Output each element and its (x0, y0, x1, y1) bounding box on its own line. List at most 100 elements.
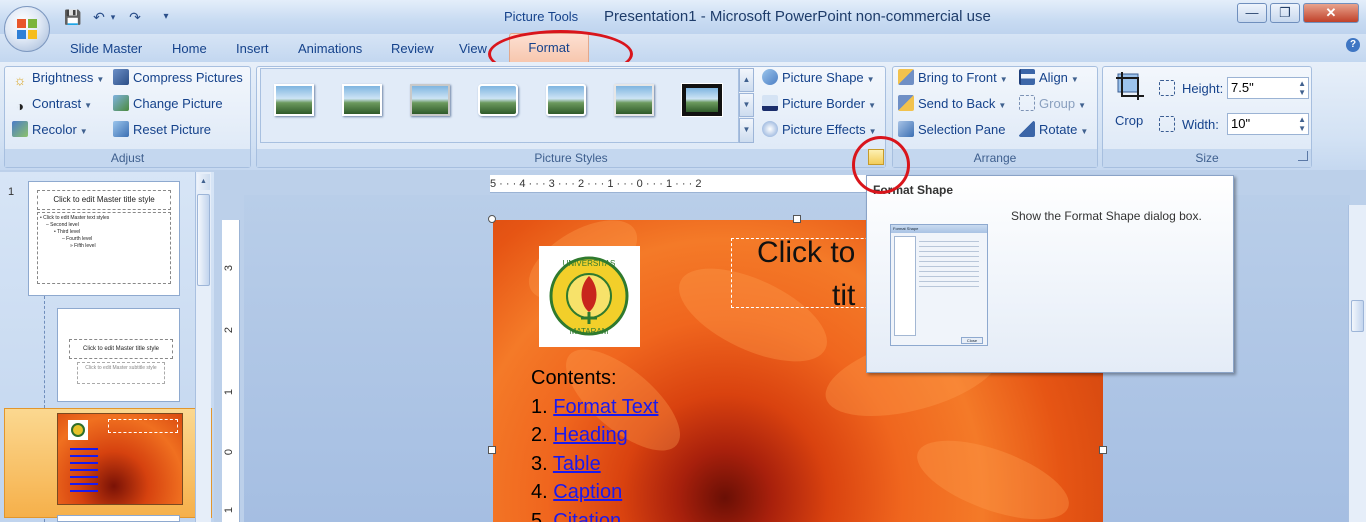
master-slide-thumbnail[interactable]: Click to edit Master title style • Click… (28, 181, 180, 296)
tab-view[interactable]: View (459, 41, 487, 56)
scroll-thumb[interactable] (197, 194, 210, 286)
tab-insert[interactable]: Insert (236, 41, 269, 56)
tab-review[interactable]: Review (391, 41, 434, 56)
rotate-icon (1019, 121, 1035, 137)
selection-handle[interactable] (488, 215, 496, 223)
custom-layout-thumbnail[interactable] (57, 413, 183, 505)
spinner-icon[interactable]: ▲ ▼ (1298, 79, 1306, 97)
contrast-label: Contrast (32, 96, 82, 111)
link-table[interactable]: Table (553, 453, 601, 475)
align-button[interactable]: Align ▼ (1019, 67, 1079, 89)
picture-style-thumb[interactable] (478, 84, 518, 116)
picture-style-thumb-selected[interactable] (682, 84, 722, 116)
picture-border-icon (762, 95, 778, 111)
picture-style-thumb[interactable] (614, 84, 654, 116)
reset-picture-button[interactable]: Reset Picture (113, 119, 211, 141)
size-launcher-icon[interactable] (1298, 151, 1308, 161)
compress-pictures-button[interactable]: Compress Pictures (113, 67, 243, 89)
chevron-down-icon: ▼ (84, 101, 93, 110)
chevron-down-icon: ▼ (1078, 101, 1087, 110)
slide-title-line1: Click to (757, 236, 856, 269)
university-logo[interactable]: UNIVERSITAS MATARAM (539, 246, 640, 347)
link-caption[interactable]: Caption (553, 481, 622, 503)
link-heading[interactable]: Heading (553, 424, 628, 446)
next-thumbnail[interactable] (57, 515, 180, 522)
adjust-group-label: Adjust (5, 149, 250, 167)
thumb-title-placeholder (108, 419, 178, 433)
recolor-button[interactable]: Recolor ▼ (12, 119, 88, 141)
tab-animations[interactable]: Animations (298, 41, 362, 56)
picture-styles-group-label: Picture Styles (257, 149, 885, 167)
reset-picture-icon (113, 121, 129, 137)
brightness-button[interactable]: ☼ Brightness ▼ (12, 67, 105, 89)
selection-handle[interactable] (488, 446, 496, 454)
list-item: 4. Caption (531, 478, 658, 507)
compress-label: Compress Pictures (133, 70, 243, 85)
height-label: Height: (1182, 81, 1224, 96)
thumb-layout-subtitle: Click to edit Master subtitle style (77, 362, 165, 384)
selection-handle[interactable] (1099, 446, 1107, 454)
rotate-button[interactable]: Rotate ▼ (1019, 119, 1088, 141)
gallery-more[interactable]: ▼ (739, 118, 754, 143)
bring-to-front-icon (898, 69, 914, 85)
link-citation[interactable]: Citation (553, 510, 621, 522)
picture-style-thumb[interactable] (410, 84, 450, 116)
picture-style-thumb[interactable] (342, 84, 382, 116)
recolor-label: Recolor (32, 122, 77, 137)
picture-border-button[interactable]: Picture Border ▼ (762, 93, 876, 115)
group-icon (1019, 95, 1035, 111)
width-input[interactable]: 10" ▲ ▼ (1227, 113, 1309, 135)
picture-shape-button[interactable]: Picture Shape ▼ (762, 67, 875, 89)
tab-slide-master[interactable]: Slide Master (70, 41, 142, 56)
spinner-icon[interactable]: ▲ ▼ (1298, 115, 1306, 133)
list-number: 2. (531, 424, 548, 446)
redo-icon[interactable]: ↷ (126, 8, 144, 26)
chevron-down-icon: ▼ (998, 101, 1007, 110)
window-title: Presentation1 - Microsoft PowerPoint non… (604, 8, 991, 25)
chevron-down-icon: ▼ (96, 75, 105, 84)
group-button[interactable]: Group ▼ (1019, 93, 1086, 115)
brightness-icon: ☼ (13, 72, 27, 88)
contrast-button[interactable]: ◑ Contrast ▼ (12, 93, 92, 115)
selection-pane-button[interactable]: Selection Pane (898, 119, 1005, 141)
thumb-master-body: • Click to edit Master text styles – Sec… (37, 212, 171, 284)
crop-button[interactable]: Crop (1112, 70, 1148, 130)
layout-slide-thumbnail[interactable]: Click to edit Master title style Click t… (57, 308, 180, 402)
ruler-mark: 3 (223, 264, 236, 272)
customize-qat-icon[interactable]: ▾ (160, 8, 172, 26)
selection-pane-icon (898, 121, 914, 137)
picture-style-thumb[interactable] (274, 84, 314, 116)
minimize-button[interactable]: — (1237, 3, 1267, 23)
close-button[interactable]: ✕ (1303, 3, 1359, 23)
gallery-scroll-down[interactable]: ▼ (739, 93, 754, 117)
send-to-back-label: Send to Back (918, 96, 996, 111)
restore-button[interactable]: ❐ (1270, 3, 1300, 23)
thumbnails-scrollbar[interactable]: ▲ (195, 172, 211, 522)
help-icon[interactable]: ? (1346, 38, 1360, 52)
height-input[interactable]: 7.5" ▲ ▼ (1227, 77, 1309, 99)
link-format-text[interactable]: Format Text (553, 396, 658, 418)
picture-style-thumb[interactable] (546, 84, 586, 116)
petal-highlight (907, 424, 1079, 522)
bring-to-front-button[interactable]: Bring to Front ▼ (898, 67, 1008, 89)
logo-top-text: UNIVERSITAS (563, 259, 616, 268)
gallery-scroll-up[interactable]: ▲ (739, 68, 754, 92)
office-button[interactable] (4, 6, 50, 52)
scroll-up-icon[interactable]: ▲ (197, 174, 210, 190)
selection-handle[interactable] (793, 215, 801, 223)
scroll-thumb[interactable] (1351, 300, 1364, 332)
format-shape-tooltip: Format Shape Show the Format Shape dialo… (866, 175, 1234, 373)
chevron-down-icon: ▼ (868, 101, 877, 110)
send-to-back-button[interactable]: Send to Back ▼ (898, 93, 1006, 115)
undo-dropdown-icon[interactable]: ▾ (108, 8, 118, 26)
brightness-label: Brightness (32, 70, 94, 85)
contents-list: Contents: 1. Format Text 2. Heading 3. T… (531, 364, 658, 522)
undo-icon[interactable]: ↶ (90, 8, 108, 26)
save-icon[interactable]: 💾 (64, 8, 82, 26)
tab-home[interactable]: Home (172, 41, 207, 56)
ruler-mark: 1 (223, 506, 236, 514)
change-picture-button[interactable]: Change Picture (113, 93, 223, 115)
canvas-scrollbar[interactable] (1348, 205, 1366, 522)
picture-effects-button[interactable]: Picture Effects ▼ (762, 119, 877, 141)
preview-title: Format Shape (891, 225, 987, 233)
